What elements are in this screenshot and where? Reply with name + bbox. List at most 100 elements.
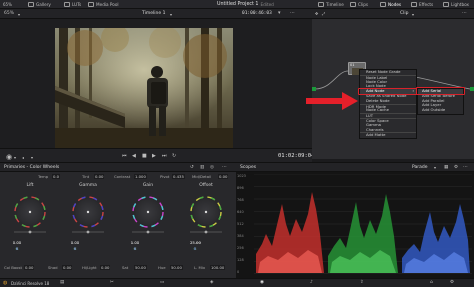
pivot-value[interactable]: 0.435 — [172, 174, 185, 179]
skip-forward-icon[interactable]: ⏭ — [162, 153, 167, 159]
col-boost-value[interactable]: 0.00 — [24, 265, 35, 270]
hilight-label: Hi/Light — [82, 265, 97, 270]
viewer-header: 65% ▾ Timeline 1 ▾ 01:00:46:03 ▾ ⋯ — [0, 9, 312, 19]
node-context-menu: Reset Node Grade Node Label Node Color L… — [359, 69, 417, 139]
fairlight-page-icon[interactable]: ♪ — [310, 280, 313, 285]
primaries-title: Primaries - Color Wheels — [4, 165, 60, 170]
viewer-zoom[interactable]: 65% — [4, 11, 14, 16]
add-serial-highlight — [416, 87, 465, 95]
edit-page-icon[interactable]: ▭ — [160, 280, 164, 285]
tab-effects[interactable]: Effects — [411, 0, 433, 9]
tab-media-pool[interactable]: Media Pool — [88, 0, 119, 9]
sat-label: Sat — [122, 265, 129, 270]
tint-value[interactable]: 0.00 — [94, 174, 105, 179]
tab-nodes[interactable]: Nodes — [380, 0, 401, 9]
node-mode-dropdown-icon[interactable]: ▾ — [412, 12, 414, 17]
loop-icon[interactable]: ↻ — [172, 153, 176, 159]
primaries-options-icon[interactable]: ⋯ — [222, 164, 227, 170]
viewer-mode-dropdown-icon[interactable]: ▾ — [14, 155, 16, 160]
offset-wheel[interactable] — [190, 196, 222, 234]
gamma-b-value[interactable]: 0.00 — [70, 240, 80, 245]
scope-mode[interactable]: Parade — [412, 165, 428, 170]
viewer-mode-icon[interactable]: ◉ — [6, 153, 12, 161]
timeline-dropdown-icon[interactable]: ▾ — [170, 12, 172, 17]
l-mix-label: L. Mix — [194, 265, 206, 270]
menu-item-add-matte[interactable]: Add Matte — [360, 132, 416, 137]
sat-value[interactable]: 50.00 — [134, 265, 147, 270]
scope-options-icon[interactable]: ⋯ — [463, 164, 468, 170]
hilight-value[interactable]: 0.00 — [100, 265, 111, 270]
gain-b-value[interactable]: 1.00 — [130, 240, 140, 245]
mode-bars-icon[interactable]: ▥ — [200, 165, 204, 170]
hue-label: Hue — [158, 265, 166, 270]
offset-b-letter: B — [193, 245, 197, 251]
lift-b-value[interactable]: 0.00 — [12, 240, 22, 245]
color-page-icon[interactable]: ◉ — [260, 280, 264, 285]
tab-timeline[interactable]: Timeline — [318, 0, 344, 9]
cut-page-icon[interactable]: ✂ — [110, 280, 114, 285]
tab-effects-label: Effects — [419, 2, 434, 7]
mid-detail-value[interactable]: 0.00 — [218, 174, 229, 179]
zoom-fit-icon[interactable]: ⤢ — [322, 11, 325, 16]
settings-gear-icon[interactable]: ⚙ — [450, 280, 454, 285]
temp-value[interactable]: 0.0 — [52, 174, 61, 179]
more-options-icon[interactable]: ⋯ — [290, 10, 295, 16]
deliver-page-icon[interactable]: ⇪ — [360, 280, 364, 285]
gain-wheel[interactable] — [132, 196, 164, 234]
scale-tick: 640 — [237, 210, 244, 214]
scope-settings-icon[interactable]: ⚙ — [454, 165, 458, 170]
tab-clips[interactable]: Clips — [350, 0, 368, 9]
tab-lightbox[interactable]: Lightbox — [443, 0, 469, 9]
node-graph[interactable]: 01 Reset Node Grade Node Label Node Colo… — [312, 19, 474, 159]
node-mode-label[interactable]: Clip — [400, 11, 409, 16]
lift-wheel[interactable] — [14, 196, 46, 234]
gain-label: Gain — [142, 183, 154, 188]
gallery-icon — [28, 2, 34, 7]
scope-mode-dropdown-icon[interactable]: ▾ — [434, 165, 436, 170]
gamma-wheel[interactable] — [72, 196, 104, 234]
play-reverse-icon[interactable]: ◀ — [132, 153, 136, 159]
contrast-value[interactable]: 1.000 — [134, 174, 147, 179]
tab-gallery[interactable]: Gallery — [28, 0, 51, 9]
zoom-control[interactable]: 65% — [3, 0, 12, 9]
stop-icon[interactable]: ■ — [142, 153, 147, 159]
rgb-parade-scope — [254, 174, 472, 274]
home-icon[interactable]: ⌂ — [430, 280, 433, 285]
bottom-page-bar: ◍ DaVinci Resolve 18 ▤ ✂ ▭ ◈ ◉ ♪ ⇪ ⌂ ⚙ — [0, 278, 474, 287]
scale-tick: 128 — [237, 258, 244, 262]
media-page-icon[interactable]: ▤ — [60, 280, 64, 285]
fusion-page-icon[interactable]: ◈ — [210, 280, 213, 285]
l-mix-value[interactable]: 100.00 — [210, 265, 226, 270]
offset-b-value[interactable]: 25.00 — [190, 240, 201, 245]
mute-icon[interactable]: ◂ — [22, 155, 24, 160]
scopes-header: Scopes Parade ▾ ▦ ⚙ ⋯ — [236, 162, 474, 172]
zoom-value: 65% — [3, 2, 12, 7]
offset-label: Offset — [199, 183, 213, 188]
node-tool-icon[interactable]: ✥ — [315, 11, 318, 16]
tab-clips-label: Clips — [358, 2, 369, 7]
tab-luts[interactable]: LUTs — [64, 0, 81, 9]
tab-nodes-label: Nodes — [388, 2, 402, 7]
shad-value[interactable]: 0.00 — [62, 265, 73, 270]
volume-dropdown-icon[interactable]: ▾ — [31, 155, 33, 160]
tab-gallery-label: Gallery — [36, 2, 51, 7]
play-icon[interactable]: ▶ — [152, 153, 156, 159]
clip-dropdown-icon[interactable]: ▾ — [278, 10, 281, 16]
resolve-logo-icon: ◍ — [3, 280, 8, 286]
hue-value[interactable]: 50.00 — [170, 265, 183, 270]
skip-back-icon[interactable]: ⏮ — [122, 153, 127, 159]
gamma-b-letter: B — [73, 245, 77, 251]
tab-timeline-label: Timeline — [326, 2, 344, 7]
scale-tick: 768 — [237, 198, 244, 202]
project-title: Untitled Project 1 — [217, 2, 259, 7]
tint-label: Tint — [82, 174, 90, 179]
reset-icon[interactable]: ↺ — [190, 165, 194, 170]
node-options-icon[interactable]: ⋯ — [462, 10, 467, 16]
submenu-add-outside[interactable]: Add Outside — [418, 107, 463, 113]
project-title-group: Untitled Project 1 Edited — [217, 0, 274, 9]
video-frame[interactable] — [55, 28, 233, 148]
chevron-down-icon[interactable]: ▾ — [18, 12, 20, 17]
wheels-icon[interactable]: ◎ — [210, 165, 214, 170]
timeline-name[interactable]: Timeline 1 — [142, 11, 165, 16]
scope-layout-icon[interactable]: ▦ — [444, 165, 448, 170]
